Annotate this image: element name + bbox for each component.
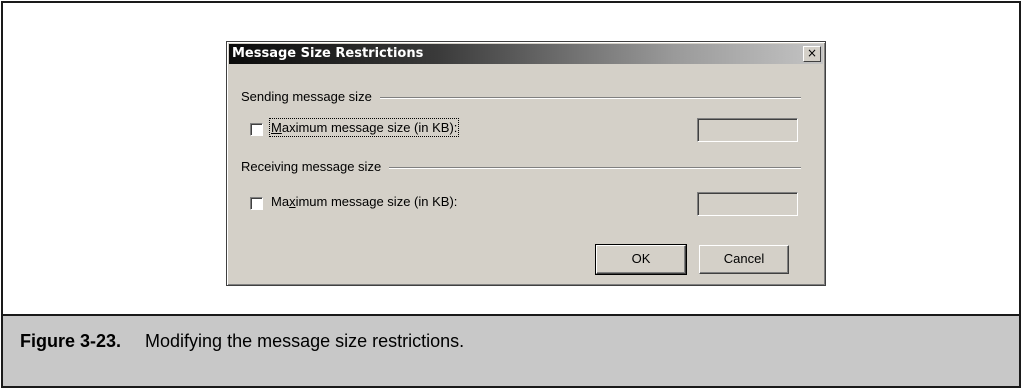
dialog-titlebar[interactable]: Message Size Restrictions × <box>229 44 823 64</box>
sending-max-size-label[interactable]: Maximum message size (in KB): <box>268 118 460 137</box>
receiving-max-size-label[interactable]: Maximum message size (in KB): <box>271 194 457 209</box>
receiving-max-size-field[interactable] <box>697 192 798 216</box>
sending-group-label: Sending message size <box>241 89 380 104</box>
receiving-group-label: Receiving message size <box>241 159 390 174</box>
receiving-label-text: imum message size (in KB): <box>295 194 458 209</box>
close-icon: × <box>806 46 818 60</box>
ok-button[interactable]: OK <box>595 244 687 275</box>
sending-max-size-checkbox[interactable] <box>250 123 263 136</box>
receiving-label-prefix: Ma <box>271 194 290 209</box>
sending-label-accesskey: M <box>271 120 282 135</box>
sending-max-size-field[interactable] <box>697 118 798 142</box>
screenshot-area: Message Size Restrictions × Sending mess… <box>3 3 1019 314</box>
sending-label-text: aximum message size (in KB): <box>281 120 458 135</box>
cancel-button[interactable]: Cancel <box>699 245 789 274</box>
figure-caption: Figure 3-23. Modifying the message size r… <box>20 331 464 352</box>
message-size-restrictions-dialog: Message Size Restrictions × Sending mess… <box>226 41 826 286</box>
dialog-title: Message Size Restrictions <box>232 46 424 61</box>
caption-bar: Figure 3-23. Modifying the message size r… <box>3 314 1019 386</box>
figure-frame: Message Size Restrictions × Sending mess… <box>1 1 1021 388</box>
receiving-max-size-checkbox[interactable] <box>250 197 263 210</box>
close-button[interactable]: × <box>803 46 821 62</box>
figure-number: Figure 3-23. <box>20 331 122 351</box>
caption-text: Modifying the message size restrictions. <box>145 331 465 351</box>
